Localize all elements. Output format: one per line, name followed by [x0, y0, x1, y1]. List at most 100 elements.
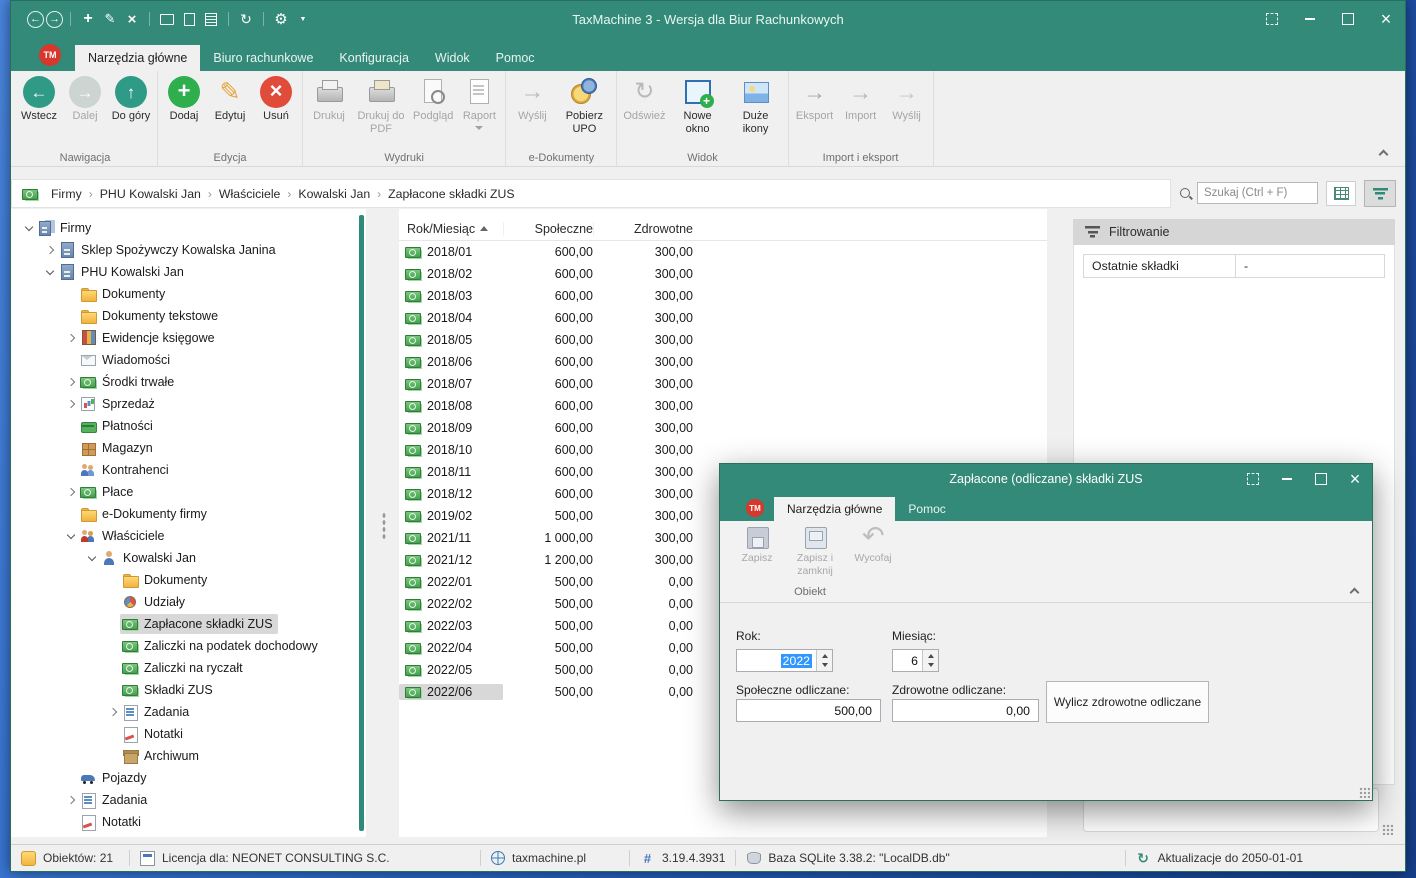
ribbon-button-odśwież[interactable]: Odśwież: [620, 74, 668, 123]
refresh-icon[interactable]: [236, 9, 256, 29]
tab-narzędzia-główne[interactable]: Narzędzia główne: [774, 497, 895, 521]
spin-down-icon[interactable]: [928, 663, 934, 667]
table-row[interactable]: 2018/03600,00300,00: [399, 285, 1047, 307]
social-deducted-input[interactable]: 500,00: [736, 699, 881, 722]
forward-icon[interactable]: [46, 11, 63, 28]
dialog-button-zapisz[interactable]: Zapisz: [728, 521, 786, 583]
year-input[interactable]: 2022: [736, 649, 833, 672]
chevron-right-icon[interactable]: [63, 481, 78, 503]
delete-icon[interactable]: [122, 9, 142, 29]
chevron-down-icon[interactable]: [63, 525, 78, 547]
tree-item-wiadomości[interactable]: Wiadomości: [11, 349, 366, 371]
spin-up-icon[interactable]: [822, 654, 828, 658]
chevron-down-icon[interactable]: [21, 217, 36, 239]
grid-view-button[interactable]: [1326, 181, 1356, 206]
minimize-button[interactable]: [1291, 1, 1329, 37]
close-button[interactable]: [1338, 464, 1372, 494]
dialog-logo[interactable]: TM: [746, 499, 764, 517]
ribbon-button-drukuj-do-pdf[interactable]: Drukuj do PDF: [352, 74, 410, 135]
minimize-button[interactable]: [1270, 464, 1304, 494]
table-row[interactable]: 2018/07600,00300,00: [399, 373, 1047, 395]
print-doc-icon[interactable]: [179, 9, 199, 29]
table-row[interactable]: 2018/10600,00300,00: [399, 439, 1047, 461]
filter-resize-grip[interactable]: [1382, 824, 1393, 835]
table-row[interactable]: 2018/06600,00300,00: [399, 351, 1047, 373]
tree-item-dokumenty[interactable]: Dokumenty: [11, 569, 366, 591]
tree-item-zapłacone-składki-zus[interactable]: Zapłacone składki ZUS: [11, 613, 366, 635]
maximize-button[interactable]: [1329, 1, 1367, 37]
fullscreen-button[interactable]: [1253, 1, 1291, 37]
add-icon[interactable]: [78, 9, 98, 29]
tree-item-właściciele[interactable]: Właściciele: [11, 525, 366, 547]
chevron-right-icon[interactable]: [63, 393, 78, 415]
table-row[interactable]: 2018/05600,00300,00: [399, 329, 1047, 351]
chevron-right-icon[interactable]: [63, 327, 78, 349]
column-header-period[interactable]: Rok/Miesiąc: [399, 222, 503, 236]
splitter-handle[interactable]: [382, 512, 386, 539]
tree-item-kowalski-jan[interactable]: Kowalski Jan: [11, 547, 366, 569]
tree-scrollbar[interactable]: [359, 215, 364, 831]
month-input[interactable]: 6: [892, 649, 939, 672]
ribbon-button-podgląd[interactable]: Podgląd: [410, 74, 456, 123]
maximize-button[interactable]: [1304, 464, 1338, 494]
tree-item-płace[interactable]: Płace: [11, 481, 366, 503]
tree-item-magazyn[interactable]: Magazyn: [11, 437, 366, 459]
tree-item-e-dokumenty-firmy[interactable]: e-Dokumenty firmy: [11, 503, 366, 525]
fullscreen-button[interactable]: [1236, 464, 1270, 494]
breadcrumb-item-firmy[interactable]: Firmy: [46, 187, 87, 201]
dialog-resize-grip[interactable]: [1359, 787, 1370, 798]
ribbon-button-dodaj[interactable]: Dodaj: [161, 74, 207, 123]
gear-icon[interactable]: [271, 9, 291, 29]
tree-item-zadania[interactable]: Zadania: [11, 701, 366, 723]
ribbon-button-eksport[interactable]: Eksport: [792, 74, 838, 123]
tree-item-pojazdy[interactable]: Pojazdy: [11, 767, 366, 789]
tree-item-firmy[interactable]: Firmy: [11, 217, 366, 239]
chevron-down-icon[interactable]: [42, 261, 57, 283]
back-icon[interactable]: [27, 11, 44, 28]
breadcrumb-item-kowalski-jan[interactable]: Kowalski Jan: [293, 187, 375, 201]
chevron-right-icon[interactable]: [63, 789, 78, 811]
tree-item-środki-trwałe[interactable]: Środki trwałe: [11, 371, 366, 393]
tab-konfiguracja[interactable]: Konfiguracja: [326, 45, 422, 71]
chevron-right-icon[interactable]: [105, 701, 120, 723]
tree-item-sprzedaż[interactable]: Sprzedaż: [11, 393, 366, 415]
tree-item-sklep-spożywczy-kowalska-janina[interactable]: Sklep Spożywczy Kowalska Janina: [11, 239, 366, 261]
table-row[interactable]: 2018/02600,00300,00: [399, 263, 1047, 285]
table-row[interactable]: 2018/09600,00300,00: [399, 417, 1047, 439]
spin-down-icon[interactable]: [822, 663, 828, 667]
tree-item-kontrahenci[interactable]: Kontrahenci: [11, 459, 366, 481]
calc-icon[interactable]: [201, 9, 221, 29]
ribbon-button-drukuj[interactable]: Drukuj: [306, 74, 352, 123]
chevron-right-icon[interactable]: [42, 239, 57, 261]
breadcrumb-item-zapłacone-składki-zus[interactable]: Zapłacone składki ZUS: [383, 187, 519, 201]
table-row[interactable]: 2018/01600,00300,00: [399, 241, 1047, 263]
ribbon-button-usuń[interactable]: Usuń: [253, 74, 299, 123]
tree-item-zadania[interactable]: Zadania: [11, 789, 366, 811]
column-header-health[interactable]: Zdrowotne: [593, 222, 693, 236]
table-row[interactable]: 2018/04600,00300,00: [399, 307, 1047, 329]
tree-item-dokumenty[interactable]: Dokumenty: [11, 283, 366, 305]
tab-pomoc[interactable]: Pomoc: [895, 497, 958, 521]
app-logo[interactable]: TM: [39, 44, 61, 66]
tree-item-składki-zus[interactable]: Składki ZUS: [11, 679, 366, 701]
tree-item-udziały[interactable]: Udziały: [11, 591, 366, 613]
ribbon-button-wyślij[interactable]: Wyślij: [884, 74, 930, 123]
tree-item-notatki[interactable]: Notatki: [11, 723, 366, 745]
ribbon-button-wyślij[interactable]: Wyślij: [509, 74, 555, 123]
table-row[interactable]: 2018/08600,00300,00: [399, 395, 1047, 417]
ribbon-button-raport[interactable]: Raport: [456, 74, 502, 130]
spin-up-icon[interactable]: [928, 654, 934, 658]
tab-widok[interactable]: Widok: [422, 45, 483, 71]
ribbon-button-wstecz[interactable]: Wstecz: [16, 74, 62, 123]
ribbon-button-import[interactable]: Import: [838, 74, 884, 123]
breadcrumb-item-właściciele[interactable]: Właściciele: [214, 187, 286, 201]
chevron-down-icon[interactable]: [84, 547, 99, 569]
ribbon-button-do-góry[interactable]: Do góry: [108, 74, 154, 123]
year-spinner[interactable]: [816, 650, 832, 671]
print-icon[interactable]: [157, 9, 177, 29]
tree-item-ewidencje-księgowe[interactable]: Ewidencje księgowe: [11, 327, 366, 349]
tree-item-phu-kowalski-jan[interactable]: PHU Kowalski Jan: [11, 261, 366, 283]
tree-item-notatki[interactable]: Notatki: [11, 811, 366, 833]
tree-item-zaliczki-na-podatek-dochodowy[interactable]: Zaliczki na podatek dochodowy: [11, 635, 366, 657]
dialog-button-wycofaj[interactable]: Wycofaj: [844, 521, 902, 583]
